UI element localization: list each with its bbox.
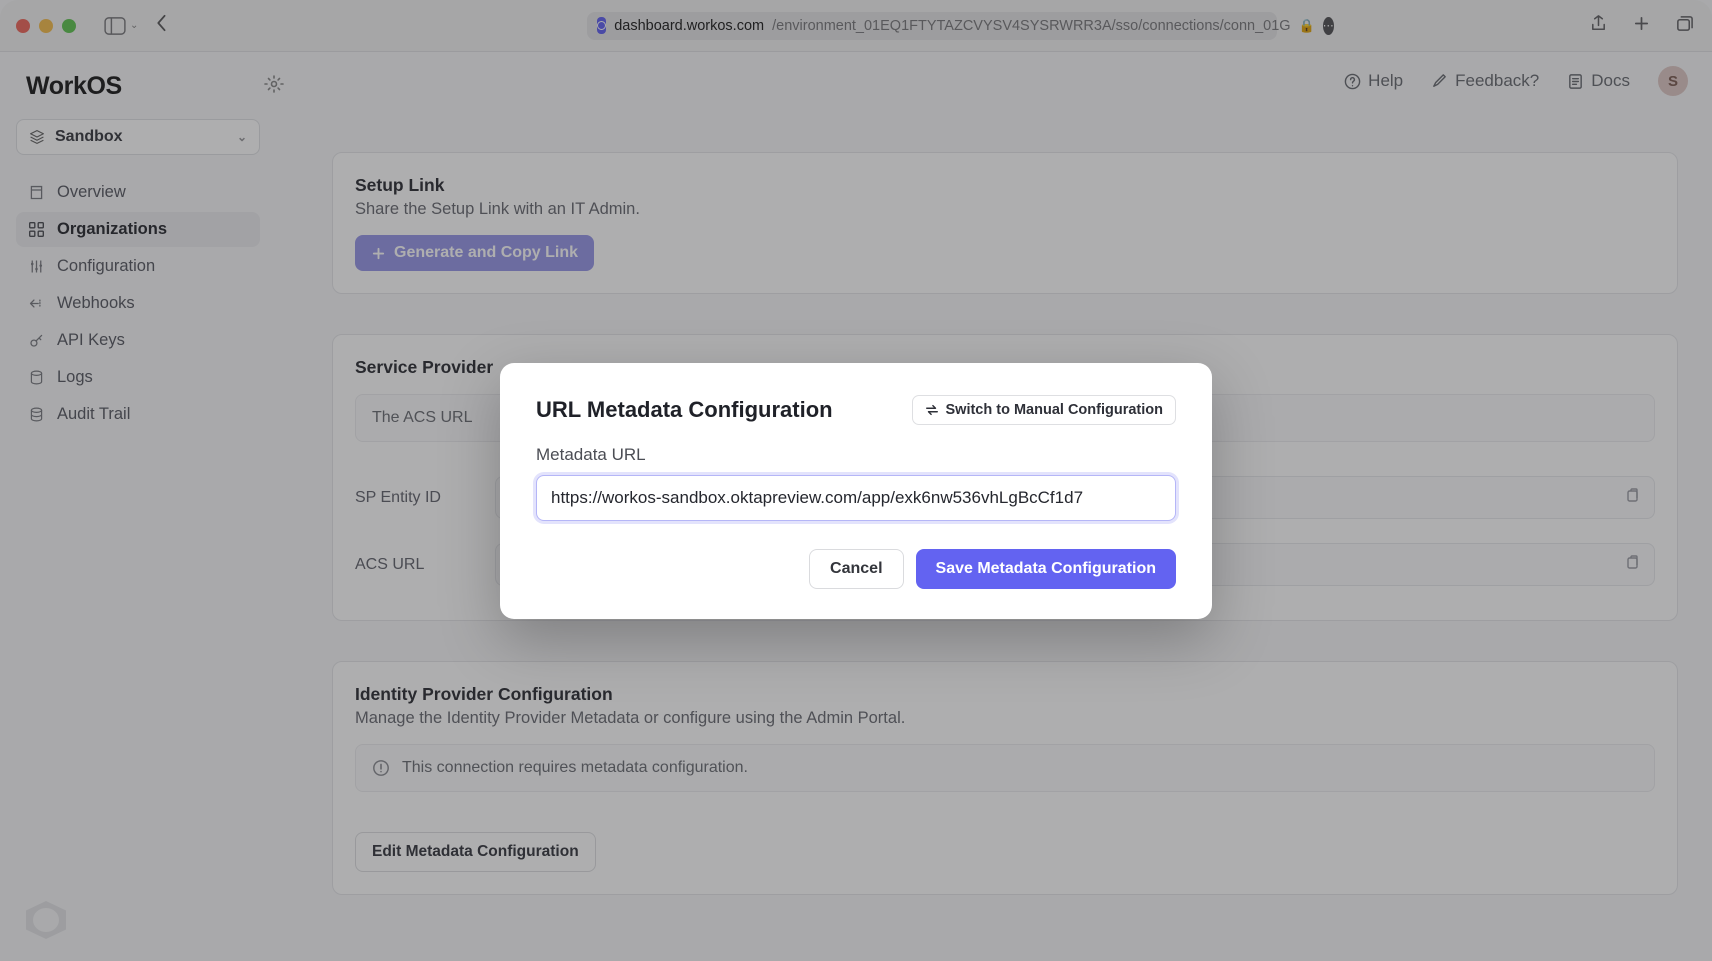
metadata-url-label: Metadata URL [536, 445, 1176, 465]
button-label: Cancel [830, 560, 882, 577]
modal-title: URL Metadata Configuration [536, 397, 833, 423]
button-label: Switch to Manual Configuration [946, 402, 1164, 418]
metadata-modal: URL Metadata Configuration Switch to Man… [500, 363, 1212, 619]
button-label: Save Metadata Configuration [936, 560, 1156, 577]
modal-overlay[interactable]: URL Metadata Configuration Switch to Man… [0, 0, 1712, 961]
cancel-button[interactable]: Cancel [809, 549, 903, 589]
save-metadata-button[interactable]: Save Metadata Configuration [916, 549, 1176, 589]
metadata-url-input[interactable] [536, 475, 1176, 521]
switch-manual-button[interactable]: Switch to Manual Configuration [912, 395, 1177, 425]
